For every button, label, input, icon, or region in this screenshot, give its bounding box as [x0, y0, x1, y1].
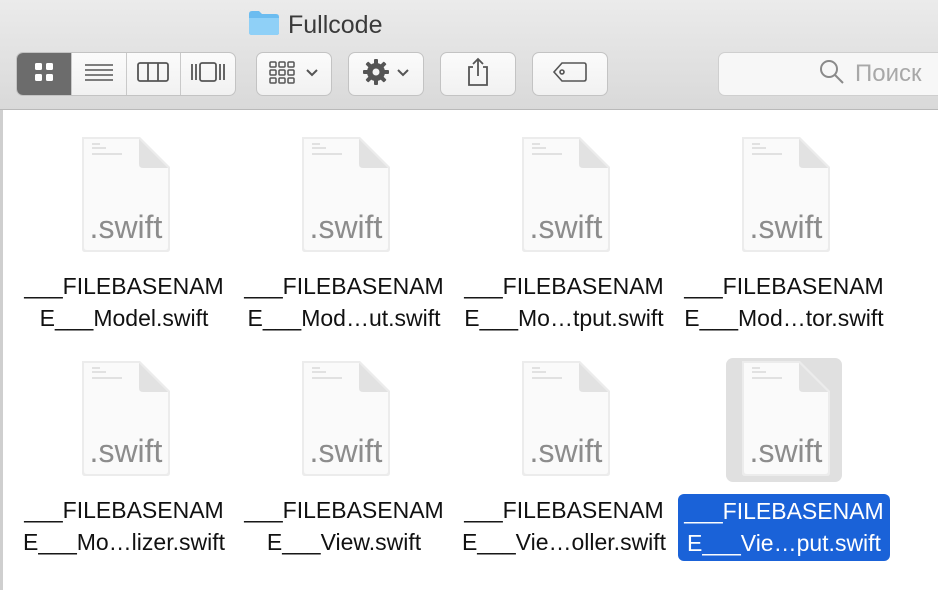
file-icon-container: .swift: [66, 134, 182, 258]
file-extension-label: .swift: [310, 209, 383, 245]
chevron-down-icon: [305, 65, 319, 83]
window-title: Fullcode: [248, 9, 383, 41]
file-name-box: ___FILEBASENAM E___Model.swift: [14, 270, 234, 334]
file-name-line-2: E___View.swift: [266, 529, 422, 555]
cover-flow-view-button[interactable]: [180, 53, 235, 95]
file-icon-container: .swift: [286, 134, 402, 258]
file-name-line-2: E___Mo…tput.swift: [464, 305, 664, 331]
file-name: ___FILEBASENAM E___Mo…tput.swift: [454, 270, 674, 334]
file-name-line-1: ___FILEBASENAM: [684, 273, 884, 299]
file-extension-label: .swift: [750, 209, 823, 245]
file-name-line-1: ___FILEBASENAM: [24, 497, 224, 523]
file-icon-container: .swift: [286, 358, 402, 482]
file-item[interactable]: .swift ___FILEBASENAM E___Vie…put.swift: [674, 344, 894, 564]
swift-file-icon: .swift: [74, 134, 174, 259]
file-name: ___FILEBASENAM E___Vie…put.swift: [678, 494, 890, 561]
file-name-box: ___FILEBASENAM E___Vie…oller.swift: [454, 494, 674, 558]
file-name: ___FILEBASENAM E___Mod…tor.swift: [674, 270, 894, 334]
file-name-line-1: ___FILEBASENAM: [684, 498, 884, 524]
list-view-icon: [84, 61, 114, 88]
swift-file-icon: .swift: [294, 358, 394, 483]
gear-icon: [362, 58, 390, 91]
file-name-box: ___FILEBASENAM E___View.swift: [234, 494, 454, 558]
tag-icon: [552, 61, 588, 88]
view-mode-control: [16, 52, 236, 96]
column-view-button[interactable]: [125, 53, 181, 95]
swift-file-icon: .swift: [734, 134, 834, 259]
file-item[interactable]: .swift ___FILEBASENAM E___Vie…oller.swif…: [454, 344, 674, 564]
swift-file-icon: .swift: [514, 134, 614, 259]
swift-file-icon: .swift: [294, 134, 394, 259]
file-icon-container: .swift: [506, 358, 622, 482]
file-extension-label: .swift: [530, 209, 603, 245]
file-name: ___FILEBASENAM E___View.swift: [234, 494, 454, 558]
file-name: ___FILEBASENAM E___Vie…oller.swift: [454, 494, 674, 558]
file-icon-container: .swift: [726, 134, 842, 258]
icon-view-button[interactable]: [17, 53, 71, 95]
file-item[interactable]: .swift ___FILEBASENAM E___Mod…tor.swift: [674, 120, 894, 340]
file-extension-label: .swift: [90, 209, 163, 245]
arrange-grid-icon: [269, 60, 299, 89]
swift-file-icon: .swift: [74, 358, 174, 483]
tag-button[interactable]: [532, 52, 608, 96]
file-icon-container: .swift: [66, 358, 182, 482]
file-extension-label: .swift: [750, 433, 823, 469]
file-name-box: ___FILEBASENAM E___Mo…lizer.swift: [14, 494, 234, 558]
list-view-button[interactable]: [70, 53, 126, 95]
chevron-down-icon: [396, 65, 410, 83]
search-field[interactable]: [718, 52, 938, 96]
arrange-button[interactable]: [256, 52, 332, 96]
file-name-line-1: ___FILEBASENAM: [244, 273, 444, 299]
search-input[interactable]: [853, 59, 938, 89]
file-name-box: ___FILEBASENAM E___Mod…tor.swift: [674, 270, 894, 334]
file-name-line-1: ___FILEBASENAM: [24, 273, 224, 299]
file-item[interactable]: .swift ___FILEBASENAM E___View.swift: [234, 344, 454, 564]
column-view-icon: [137, 61, 170, 88]
file-extension-label: .swift: [90, 433, 163, 469]
file-item[interactable]: .swift ___FILEBASENAM E___Mo…tput.swift: [454, 120, 674, 340]
search-icon: [819, 59, 845, 90]
file-name: ___FILEBASENAM E___Model.swift: [14, 270, 234, 334]
action-button[interactable]: [348, 52, 424, 96]
file-name-box: ___FILEBASENAM E___Vie…put.swift: [678, 494, 890, 561]
share-icon: [466, 57, 490, 92]
file-name-line-2: E___Mo…lizer.swift: [23, 529, 225, 555]
file-icon-container: .swift: [726, 358, 842, 482]
file-name-line-1: ___FILEBASENAM: [464, 497, 664, 523]
folder-icon: [248, 10, 280, 41]
toolbar: Fullcode: [0, 0, 938, 110]
file-grid: .swift ___FILEBASENAM E___Model.swift .s…: [0, 110, 938, 590]
file-extension-label: .swift: [530, 433, 603, 469]
file-extension-label: .swift: [310, 433, 383, 469]
file-name-line-2: E___Vie…oller.swift: [461, 529, 667, 555]
file-name-line-1: ___FILEBASENAM: [244, 497, 444, 523]
file-item[interactable]: .swift ___FILEBASENAM E___Mo…lizer.swift: [14, 344, 234, 564]
icon-view-icon: [33, 61, 55, 88]
file-name-line-2: E___Mod…tor.swift: [684, 305, 884, 331]
swift-file-icon: .swift: [734, 358, 834, 483]
file-name: ___FILEBASENAM E___Mod…ut.swift: [234, 270, 454, 334]
share-button[interactable]: [440, 52, 516, 96]
cover-flow-view-icon: [190, 61, 226, 88]
window-title-text: Fullcode: [288, 10, 383, 39]
file-item[interactable]: .swift ___FILEBASENAM E___Mod…ut.swift: [234, 120, 454, 340]
file-name-line-2: E___Model.swift: [39, 305, 209, 331]
file-name: ___FILEBASENAM E___Mo…lizer.swift: [14, 494, 234, 558]
file-name-box: ___FILEBASENAM E___Mo…tput.swift: [454, 270, 674, 334]
swift-file-icon: .swift: [514, 358, 614, 483]
file-name-line-2: E___Vie…put.swift: [687, 530, 881, 556]
file-name-line-2: E___Mod…ut.swift: [247, 305, 441, 331]
file-item[interactable]: .swift ___FILEBASENAM E___Model.swift: [14, 120, 234, 340]
file-name-line-1: ___FILEBASENAM: [464, 273, 664, 299]
file-icon-container: .swift: [506, 134, 622, 258]
file-name-box: ___FILEBASENAM E___Mod…ut.swift: [234, 270, 454, 334]
